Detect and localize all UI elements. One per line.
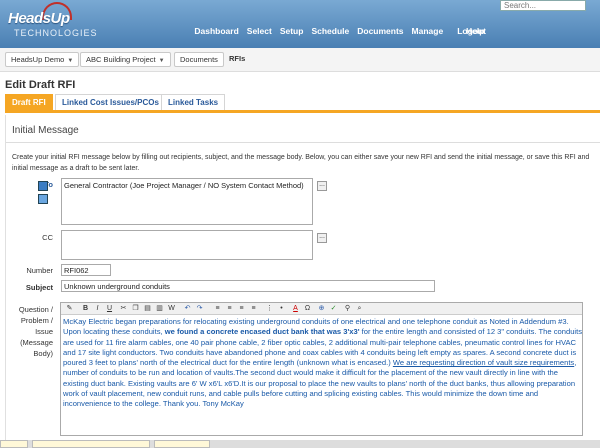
link-icon[interactable]: ⊕ — [317, 304, 326, 313]
ordered-list-icon[interactable]: ⋮ — [265, 304, 274, 313]
align-right-icon[interactable]: ≡ — [237, 304, 246, 313]
chevron-down-icon: ▼ — [158, 58, 165, 64]
nav-help[interactable]: Help — [466, 26, 484, 36]
cc-picker-button[interactable]: ... — [317, 233, 327, 243]
bottom-button-strip — [0, 440, 600, 448]
search-input[interactable]: Search... — [500, 0, 586, 11]
add-recipient-icon[interactable] — [38, 194, 48, 204]
undo-icon[interactable]: ↶ — [183, 304, 192, 313]
cc-label: CC — [42, 233, 53, 242]
subject-label: Subject — [25, 283, 53, 292]
redo-icon[interactable]: ↷ — [195, 304, 204, 313]
top-nav: Dashboard Select Setup Schedule Document… — [190, 26, 490, 36]
logo-subtext: TECHNOLOGIES — [14, 28, 98, 38]
body-label: Question / Problem / Issue (Message Body… — [10, 304, 53, 359]
align-left-icon[interactable]: ≡ — [213, 304, 222, 313]
find-icon[interactable]: ⚲ — [343, 304, 352, 313]
logo-text: HeadsUp — [8, 10, 70, 27]
source-icon[interactable]: ✎ — [65, 304, 74, 313]
italic-icon[interactable]: I — [93, 304, 102, 313]
breadcrumb-rfis: RFIs — [224, 52, 250, 67]
body-label-line: Question / — [18, 305, 53, 314]
unordered-list-icon[interactable]: • — [277, 304, 286, 313]
nav-select[interactable]: Select — [243, 26, 276, 36]
bold-icon[interactable]: B — [81, 304, 90, 313]
underline-icon[interactable]: U — [105, 304, 114, 313]
page-title: Edit Draft RFI — [5, 79, 76, 91]
tab-bar: Draft RFI Linked Cost Issues/PCOs Linked… — [5, 94, 600, 113]
body-underline-text: We are requesting direction of vault siz… — [392, 358, 575, 368]
copy-icon[interactable]: ❐ — [131, 304, 140, 313]
editor-content[interactable]: McKay Electric began preparations for re… — [63, 317, 584, 410]
breadcrumb-documents[interactable]: Documents — [174, 52, 224, 67]
spell-check-icon[interactable]: ✓ — [329, 304, 338, 313]
section-title: Initial Message — [12, 125, 79, 136]
nav-documents[interactable]: Documents — [353, 26, 407, 36]
nav-setup[interactable]: Setup — [276, 26, 308, 36]
breadcrumb-project[interactable]: ABC Building Project ▼ — [80, 52, 171, 67]
bottom-button[interactable] — [154, 440, 210, 448]
breadcrumb-label: RFIs — [229, 54, 246, 63]
tab-linked-tasks[interactable]: Linked Tasks — [161, 94, 226, 110]
cc-field[interactable] — [61, 230, 313, 260]
number-label: Number — [26, 266, 53, 275]
bottom-button[interactable] — [0, 440, 28, 448]
paste-word-icon[interactable]: W — [167, 304, 176, 313]
to-field[interactable]: General Contractor (Joe Project Manager … — [61, 178, 313, 225]
cut-icon[interactable]: ✂ — [119, 304, 128, 313]
body-label-line: Issue — [35, 327, 53, 336]
breadcrumb-label: Documents — [180, 55, 218, 64]
body-label-line: (Message — [20, 338, 53, 347]
bottom-button[interactable] — [32, 440, 150, 448]
body-label-line: Body) — [33, 349, 53, 358]
font-color-icon[interactable]: A — [291, 304, 300, 313]
body-bold-text: we found a concrete encased duct bank th… — [164, 327, 360, 337]
divider — [6, 142, 600, 143]
breadcrumb-label: ABC Building Project — [86, 55, 156, 64]
headsup-logo[interactable]: HeadsUp TECHNOLOGIES — [8, 2, 104, 40]
instructions-text: Create your initial RFI message below by… — [12, 154, 590, 172]
number-field[interactable]: RFI062 — [61, 264, 111, 276]
breadcrumb-label: HeadsUp Demo — [11, 55, 65, 64]
nav-dashboard[interactable]: Dashboard — [190, 26, 242, 36]
breadcrumb: HeadsUp Demo ▼ ABC Building Project ▼ Docu… — [0, 48, 600, 72]
align-justify-icon[interactable]: ≡ — [249, 304, 258, 313]
body-label-line: Problem / — [20, 316, 53, 325]
replace-icon[interactable]: ⌕ — [355, 304, 364, 313]
breadcrumb-headsup-demo[interactable]: HeadsUp Demo ▼ — [5, 52, 80, 67]
paste-icon[interactable]: ▤ — [143, 304, 152, 313]
message-body-editor[interactable]: ✎ B I U ✂ ❐ ▤ ▥ W ↶ ↷ ≡ ≡ ≡ ≡ ⋮ • A Ω ⊕ … — [60, 302, 583, 436]
nav-schedule[interactable]: Schedule — [307, 26, 353, 36]
nav-manage[interactable]: Manage — [408, 26, 448, 36]
paste-text-icon[interactable]: ▥ — [155, 304, 164, 313]
align-center-icon[interactable]: ≡ — [225, 304, 234, 313]
app-header: HeadsUp TECHNOLOGIES Search... Dashboard… — [0, 0, 600, 48]
editor-toolbar: ✎ B I U ✂ ❐ ▤ ▥ W ↶ ↷ ≡ ≡ ≡ ≡ ⋮ • A Ω ⊕ … — [61, 303, 582, 315]
address-book-icon[interactable] — [38, 181, 48, 191]
tab-draft-rfi[interactable]: Draft RFI — [5, 94, 53, 110]
to-picker-button[interactable]: ... — [317, 181, 327, 191]
subject-field[interactable]: Unknown underground conduits — [61, 280, 435, 292]
tab-linked-cost-issues[interactable]: Linked Cost Issues/PCOs — [55, 94, 166, 110]
special-char-icon[interactable]: Ω — [303, 304, 312, 313]
chevron-down-icon: ▼ — [67, 58, 74, 64]
